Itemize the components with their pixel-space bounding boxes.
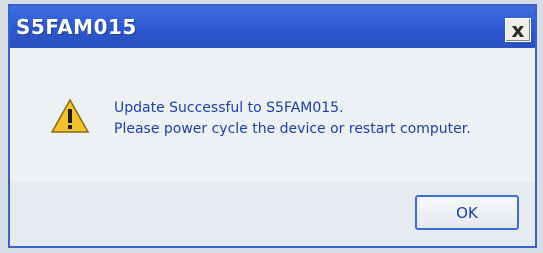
dialog-title: S5FAM015 xyxy=(16,15,137,39)
button-area: OK xyxy=(10,182,535,246)
message-dialog: S5FAM015 x Update Successful to S5FAM015… xyxy=(8,4,537,248)
message-line-1: Update Successful to S5FAM015. xyxy=(114,100,344,116)
close-button[interactable]: x xyxy=(505,18,531,42)
title-bar[interactable]: S5FAM015 x xyxy=(10,6,535,48)
message-line-2: Please power cycle the device or restart… xyxy=(114,121,471,137)
message-text: Update Successful to S5FAM015. Please po… xyxy=(114,98,471,140)
ok-button[interactable]: OK xyxy=(415,195,519,230)
warning-triangle-icon xyxy=(50,98,90,133)
close-icon: x xyxy=(511,18,525,42)
